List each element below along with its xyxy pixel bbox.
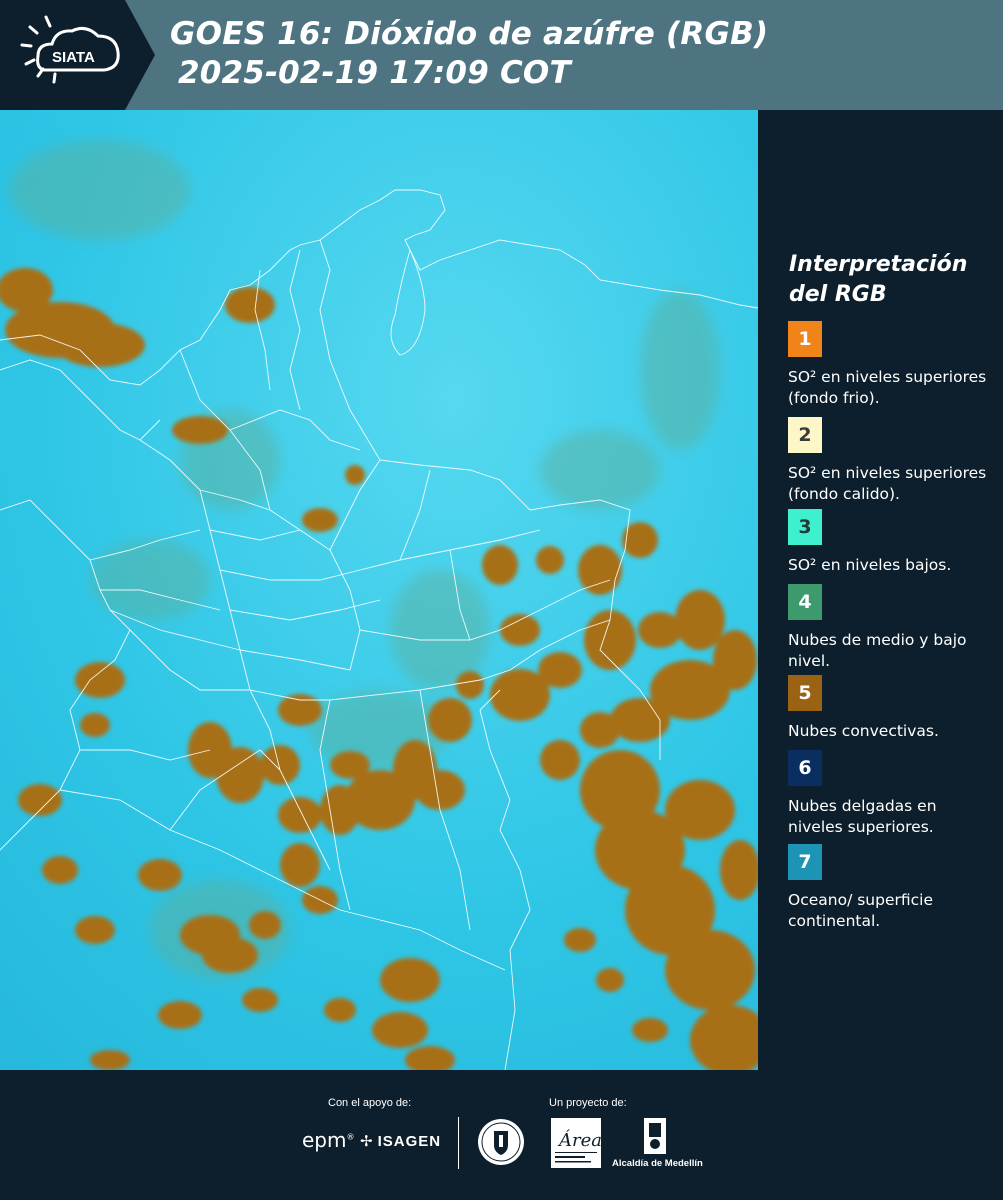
legend-label: SO² en niveles superiores (fondo frio). — [788, 368, 987, 407]
support-label: Con el apoyo de: — [328, 1097, 412, 1109]
legend-swatch: 7 — [788, 844, 822, 880]
legend-swatch: 1 — [788, 321, 822, 357]
area-metropolitana-logo: Área — [551, 1118, 602, 1173]
legend-title-line1: Interpretación — [789, 252, 968, 277]
legend-item-2: 2 SO² en niveles superiores (fondo calid… — [788, 417, 988, 505]
footer: Con el apoyo de: Un proyecto de: epm® ✢ I… — [0, 1070, 1003, 1200]
legend-item-4: 4 Nubes de medio y bajo nivel. — [788, 584, 988, 672]
legend-swatch: 4 — [788, 584, 822, 620]
isagen-mark-icon: ✢ — [360, 1133, 374, 1150]
alcaldia-medellin-logo — [612, 1118, 702, 1161]
legend-item-6: 6 Nubes delgadas en niveles superiores. — [788, 750, 988, 838]
satellite-image — [0, 110, 758, 1070]
legend-label: Nubes convectivas. — [788, 722, 939, 740]
footer-divider — [458, 1117, 459, 1169]
siata-logo: SIATA — [0, 0, 155, 110]
header-bar: SIATA GOES 16: Dióxido de azúfre (RGB) 2… — [0, 0, 1003, 110]
page-title: GOES 16: Dióxido de azúfre (RGB) — [170, 16, 769, 52]
satellite-map — [0, 110, 758, 1070]
legend-swatch: 6 — [788, 750, 822, 786]
medellin-seal-logo — [477, 1118, 525, 1171]
siata-logo-text: SIATA — [52, 49, 95, 66]
legend-swatch: 2 — [788, 417, 822, 453]
timestamp: 2025-02-19 17:09 COT — [178, 55, 571, 91]
legend-item-7: 7 Oceano/ superficie continental. — [788, 844, 988, 932]
project-label: Un proyecto de: — [549, 1097, 627, 1109]
alcaldia-label: Alcaldía de Medellín — [612, 1158, 703, 1169]
legend-title-line2: del RGB — [789, 282, 887, 307]
legend-label: SO² en niveles superiores (fondo calido)… — [788, 464, 987, 503]
legend-label: Oceano/ superficie continental. — [788, 891, 933, 930]
legend-panel: Interpretación del RGB 1 SO² en niveles … — [758, 110, 1003, 1070]
legend-item-3: 3 SO² en niveles bajos. — [788, 509, 988, 576]
epm-logo: epm® — [302, 1128, 355, 1152]
legend-swatch: 5 — [788, 675, 822, 711]
legend-label: SO² en niveles bajos. — [788, 556, 952, 574]
legend-title: Interpretación del RGB — [789, 250, 989, 310]
legend-item-5: 5 Nubes convectivas. — [788, 675, 988, 742]
isagen-logo: ✢ ISAGEN — [360, 1133, 442, 1150]
legend-item-1: 1 SO² en niveles superiores (fondo frio)… — [788, 321, 988, 409]
legend-label: Nubes delgadas en niveles superiores. — [788, 797, 937, 836]
legend-swatch: 3 — [788, 509, 822, 545]
svg-text:Área: Área — [557, 1128, 601, 1151]
legend-label: Nubes de medio y bajo nivel. — [788, 631, 967, 670]
